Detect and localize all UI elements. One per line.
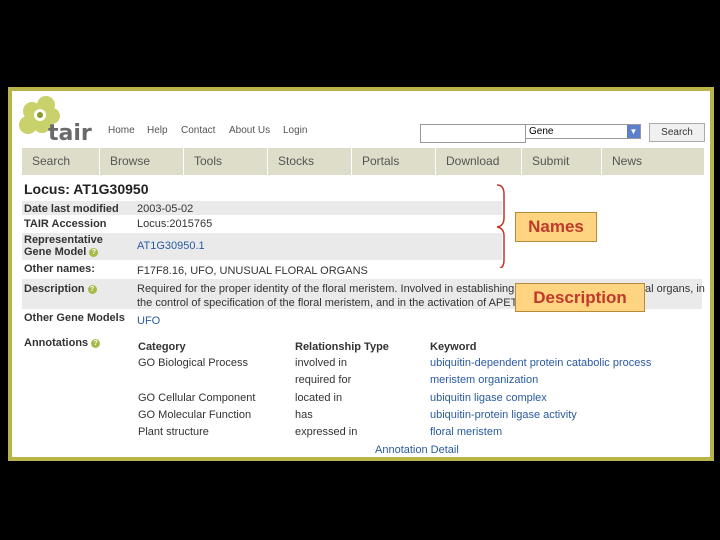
table-cell-relationship: has [295, 409, 313, 421]
table-cell-keyword-link[interactable]: ubiquitin-dependent protein catabolic pr… [430, 357, 651, 369]
search-input[interactable] [420, 124, 526, 143]
nav-news[interactable]: News [602, 148, 704, 175]
help-icon[interactable]: ? [89, 247, 99, 257]
description-callout: Description [515, 283, 645, 312]
tair-logo[interactable]: tair [12, 91, 96, 147]
field-label-accession: TAIR Accession [24, 218, 107, 230]
table-cell-category: GO Cellular Component [138, 392, 256, 404]
field-value-date: 2003-05-02 [137, 203, 194, 215]
table-cell-keyword-link[interactable]: ubiquitin-protein ligase activity [430, 409, 577, 421]
top-nav-about-us[interactable]: About Us [229, 125, 270, 136]
rep-gene-model-link[interactable]: AT1G30950.1 [137, 240, 205, 252]
nav-portals[interactable]: Portals [352, 148, 436, 175]
chevron-down-icon: ▼ [627, 125, 640, 138]
table-cell-category: GO Molecular Function [138, 409, 252, 421]
top-nav-login[interactable]: Login [283, 125, 307, 136]
field-label-date: Date last modified [24, 203, 119, 215]
table-cell-keyword-link[interactable]: meristem organization [430, 374, 538, 386]
field-value-other-names: F17F8.16, UFO, UNUSUAL FLORAL ORGANS [137, 265, 368, 277]
field-label-other-names: Other names: [24, 263, 95, 275]
field-value-accession: Locus:2015765 [137, 218, 213, 230]
search-button[interactable]: Search [649, 123, 705, 142]
field-label-description: Description? [24, 283, 97, 295]
search-type-value: Gene [529, 126, 554, 137]
nav-tools[interactable]: Tools [184, 148, 268, 175]
table-cell-category: GO Biological Process [138, 357, 249, 369]
top-nav-help[interactable]: Help [147, 125, 168, 136]
main-nav: Search Browse Tools Stocks Portals Downl… [22, 148, 704, 175]
table-cell-relationship: expressed in [295, 426, 358, 438]
top-nav-home[interactable]: Home [108, 125, 135, 136]
field-label-other-gene-models: Other Gene Models [24, 312, 125, 324]
table-cell-category: Plant structure [138, 426, 209, 438]
col-header-category: Category [138, 341, 186, 353]
description-line1: Required for the proper identity of the … [137, 283, 515, 295]
field-label-rep-gene-text: Gene Model [24, 246, 87, 258]
other-gene-model-link[interactable]: UFO [137, 315, 160, 327]
search-type-select[interactable]: Gene ▼ [525, 124, 641, 139]
help-icon[interactable]: ? [87, 284, 97, 294]
nav-stocks[interactable]: Stocks [268, 148, 352, 175]
table-cell-relationship: involved in [295, 357, 347, 369]
table-cell-relationship: required for [295, 374, 352, 386]
locus-title: Locus: AT1G30950 [24, 181, 149, 197]
names-callout: Names [515, 212, 597, 242]
table-cell-keyword-link[interactable]: ubiquitin ligase complex [430, 392, 547, 404]
nav-search[interactable]: Search [22, 148, 100, 175]
description-line2: the control of specification of the flor… [137, 297, 518, 309]
names-brace [496, 184, 505, 268]
field-label-rep-gene-line1: Representative [24, 234, 103, 246]
col-header-keyword: Keyword [430, 341, 477, 353]
annotation-detail-link[interactable]: Annotation Detail [375, 444, 459, 456]
table-cell-keyword-link[interactable]: floral meristem [430, 426, 502, 438]
nav-download[interactable]: Download [436, 148, 522, 175]
col-header-relationship: Relationship Type [295, 341, 389, 353]
field-label-rep-gene-line2: Gene Model? [24, 246, 99, 258]
description-line1-end: al organs, in [645, 283, 705, 295]
field-label-annotations: Annotations? [24, 337, 101, 349]
logo-text: tair [48, 121, 92, 146]
field-label-annotations-text: Annotations [24, 337, 89, 349]
nav-browse[interactable]: Browse [100, 148, 184, 175]
table-cell-relationship: located in [295, 392, 343, 404]
help-icon[interactable]: ? [91, 338, 101, 348]
top-nav-contact[interactable]: Contact [181, 125, 215, 136]
field-label-description-text: Description [24, 283, 85, 295]
nav-submit[interactable]: Submit [522, 148, 602, 175]
